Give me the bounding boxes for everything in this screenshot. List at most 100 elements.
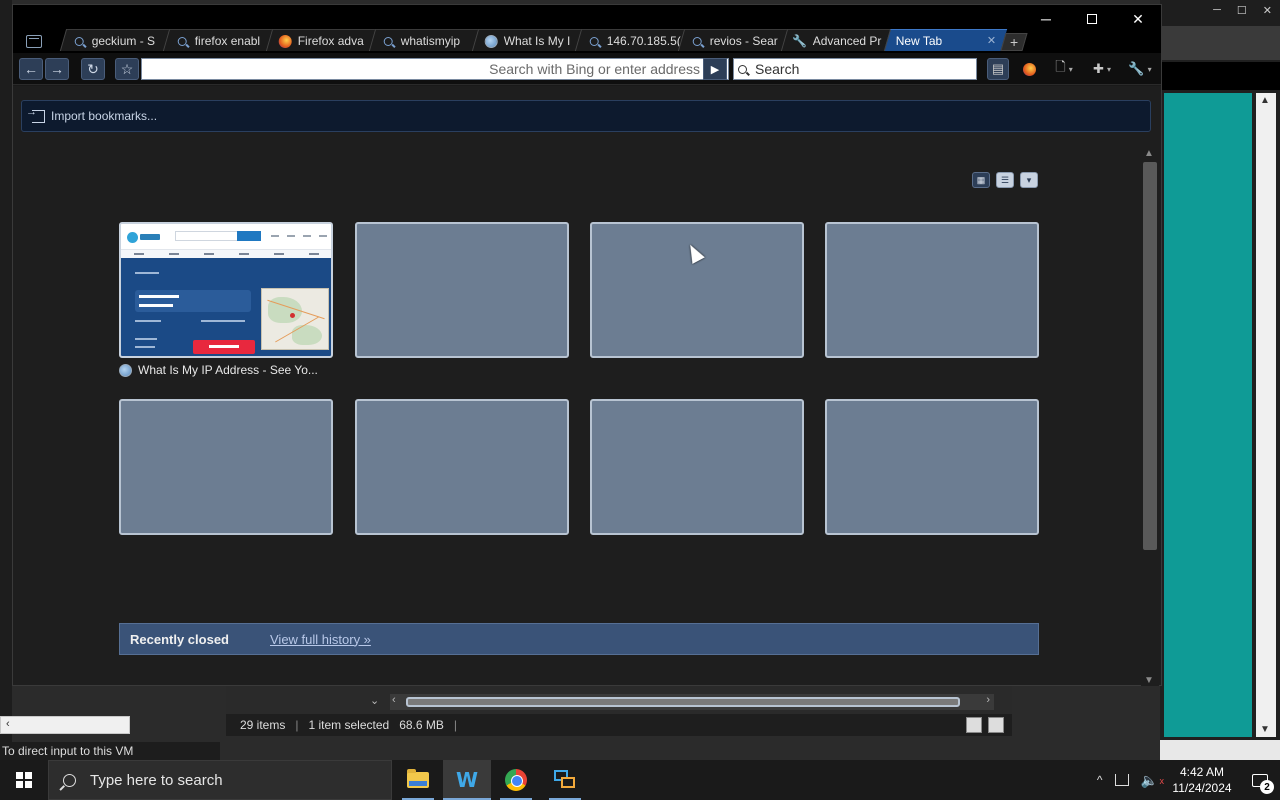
search-icon	[589, 36, 599, 45]
view-options-button[interactable]: ▾	[1020, 172, 1038, 188]
settings-menu-button[interactable]: 🔧 ▾	[1123, 58, 1157, 80]
empty-thumbnail-slot[interactable]	[825, 222, 1039, 358]
maximize-button[interactable]	[1069, 5, 1115, 33]
import-bookmarks-link[interactable]: Import bookmarks...	[51, 109, 157, 123]
page-menu-button[interactable]: 🗋 ▾	[1047, 58, 1081, 80]
empty-thumbnail-slot[interactable]	[590, 399, 804, 535]
search-icon	[738, 64, 747, 74]
empty-thumbnail-slot[interactable]	[825, 399, 1039, 535]
import-bookmarks-bar[interactable]: Import bookmarks...	[21, 100, 1151, 132]
close-icon[interactable]: ✕	[1263, 4, 1272, 17]
forward-arrow-icon: →	[50, 61, 64, 77]
grid-view-button[interactable]: ▦	[972, 172, 990, 188]
selection-size: 68.6 MB	[399, 718, 444, 732]
scroll-right-arrow-icon[interactable]: ›	[986, 694, 990, 706]
volume-button[interactable]: 🔈 x	[1135, 772, 1164, 789]
action-center-button[interactable]: 2	[1240, 760, 1280, 800]
explorer-status-bar: 29 items | 1 item selected 68.6 MB |	[226, 714, 1012, 736]
search-icon	[692, 36, 702, 45]
search-box[interactable]	[733, 58, 977, 80]
list-icon: ☰	[1000, 174, 1010, 185]
scrollbar-thumb[interactable]	[1143, 162, 1157, 550]
address-bar[interactable]	[141, 58, 729, 80]
tray-overflow-chevron-icon[interactable]: ^	[1091, 773, 1109, 787]
taskbar-search-input[interactable]	[90, 771, 380, 789]
file-explorer-window: ⌄ ‹ › 29 items | 1 item selected 68.6 MB…	[226, 686, 1012, 736]
firefox-icon	[278, 34, 292, 47]
globe-icon	[484, 34, 498, 47]
site-preview-body	[121, 258, 331, 356]
network-button[interactable]	[1109, 774, 1135, 786]
tab-advanced-preferences[interactable]: 🔧 Advanced Pr	[780, 29, 891, 51]
tab-revios[interactable]: revios - Sear	[677, 29, 788, 51]
background-titlebar: ─ ☐ ✕	[1160, 0, 1280, 26]
scrollbar-thumb[interactable]	[406, 697, 960, 707]
reload-button[interactable]: ↻	[81, 58, 105, 80]
navigation-toolbar: ← → ↻ ☆ ▶ ▤ 🗋▾ ✚▾ 🔧▾	[13, 53, 1161, 85]
forward-button[interactable]: →	[45, 58, 69, 80]
tab-strip: geckium - S firefox enabl Firefox adva w…	[59, 29, 1008, 51]
scroll-left-arrow-icon[interactable]: ‹	[392, 694, 396, 706]
scroll-up-arrow-icon[interactable]: ▲	[1144, 148, 1154, 159]
map-thumbnail	[261, 288, 329, 350]
tab-ip-search[interactable]: 146.70.185.5(	[574, 29, 685, 51]
tiles-view-icon[interactable]	[988, 717, 1004, 733]
browser-window: ─ ✕ geckium - S firefox enabl Firefox ad…	[12, 4, 1162, 686]
explorer-horizontal-scrollbar[interactable]: ‹ ›	[390, 694, 994, 710]
background-teal-panel	[1164, 93, 1252, 737]
close-button[interactable]: ✕	[1115, 5, 1161, 33]
tab-whatismyip[interactable]: whatismyip	[368, 29, 479, 51]
sidebar-button[interactable]: ▤	[987, 58, 1009, 80]
scroll-down-arrow-icon[interactable]: ▼	[1144, 675, 1154, 686]
empty-thumbnail-slot[interactable]	[355, 399, 569, 535]
grid-icon: ▦	[976, 174, 986, 185]
tab-overview-button[interactable]	[21, 31, 47, 51]
site-preview-header	[121, 224, 331, 250]
tab-what-is-my-ip[interactable]: What Is My I	[471, 29, 582, 51]
view-full-history-link[interactable]: View full history »	[270, 632, 371, 647]
list-view-button[interactable]: ☰	[996, 172, 1014, 188]
thumbnail-title[interactable]: What Is My IP Address - See Yo...	[119, 363, 333, 377]
new-tab-button[interactable]: +	[1000, 33, 1028, 51]
clock[interactable]: 4:42 AM 11/24/2024	[1164, 764, 1240, 796]
go-button[interactable]: ▶	[703, 58, 727, 80]
search-input[interactable]	[755, 61, 955, 77]
most-visited-thumbnail[interactable]	[119, 222, 333, 358]
minimize-icon[interactable]: ─	[1213, 4, 1221, 17]
taskbar-file-explorer[interactable]	[394, 760, 442, 800]
tab-firefox-enable[interactable]: firefox enabl	[162, 29, 273, 51]
browser-menu-button[interactable]	[1017, 58, 1041, 80]
url-input[interactable]	[142, 61, 700, 77]
empty-thumbnail-slot[interactable]	[119, 399, 333, 535]
taskbar-remote-desktop[interactable]	[541, 760, 589, 800]
close-tab-icon[interactable]: ✕	[987, 34, 996, 47]
volume-muted-icon: 🔈 x	[1140, 771, 1164, 788]
maximize-icon[interactable]: ☐	[1237, 4, 1247, 17]
background-vertical-scrollbar[interactable]: ▲ ▼	[1256, 93, 1276, 737]
taskbar-windsurf[interactable]: W	[443, 760, 491, 800]
tab-firefox-advanced[interactable]: Firefox adva	[265, 29, 376, 51]
extensions-button[interactable]: ✚ ▾	[1085, 58, 1119, 80]
back-button[interactable]: ←	[19, 58, 43, 80]
start-button[interactable]	[0, 760, 48, 800]
wrench-icon: 🔧	[1128, 61, 1145, 76]
empty-thumbnail-slot[interactable]	[355, 222, 569, 358]
page-vertical-scrollbar[interactable]: ▲ ▼	[1141, 146, 1159, 686]
tab-geckium[interactable]: geckium - S	[59, 29, 170, 51]
details-view-icon[interactable]	[966, 717, 982, 733]
background-horizontal-scrollbar[interactable]: ‹	[0, 716, 130, 734]
globe-icon	[119, 363, 132, 377]
taskbar-search[interactable]	[48, 760, 392, 800]
bookmark-button[interactable]: ☆	[115, 58, 139, 80]
vm-input-hint: To direct input to this VM	[0, 742, 220, 760]
scroll-up-arrow-icon[interactable]: ▲	[1260, 95, 1270, 106]
import-icon	[26, 106, 45, 123]
separator: |	[295, 718, 299, 732]
puzzle-icon: ✚	[1093, 61, 1104, 76]
minimize-button[interactable]: ─	[1023, 5, 1069, 33]
tab-new-tab[interactable]: New Tab ✕	[883, 29, 1008, 51]
chevron-down-icon[interactable]: ⌄	[370, 694, 379, 707]
taskbar-chrome[interactable]	[492, 760, 540, 800]
scroll-left-arrow-icon[interactable]: ‹	[6, 718, 10, 730]
scroll-down-arrow-icon[interactable]: ▼	[1260, 724, 1270, 735]
